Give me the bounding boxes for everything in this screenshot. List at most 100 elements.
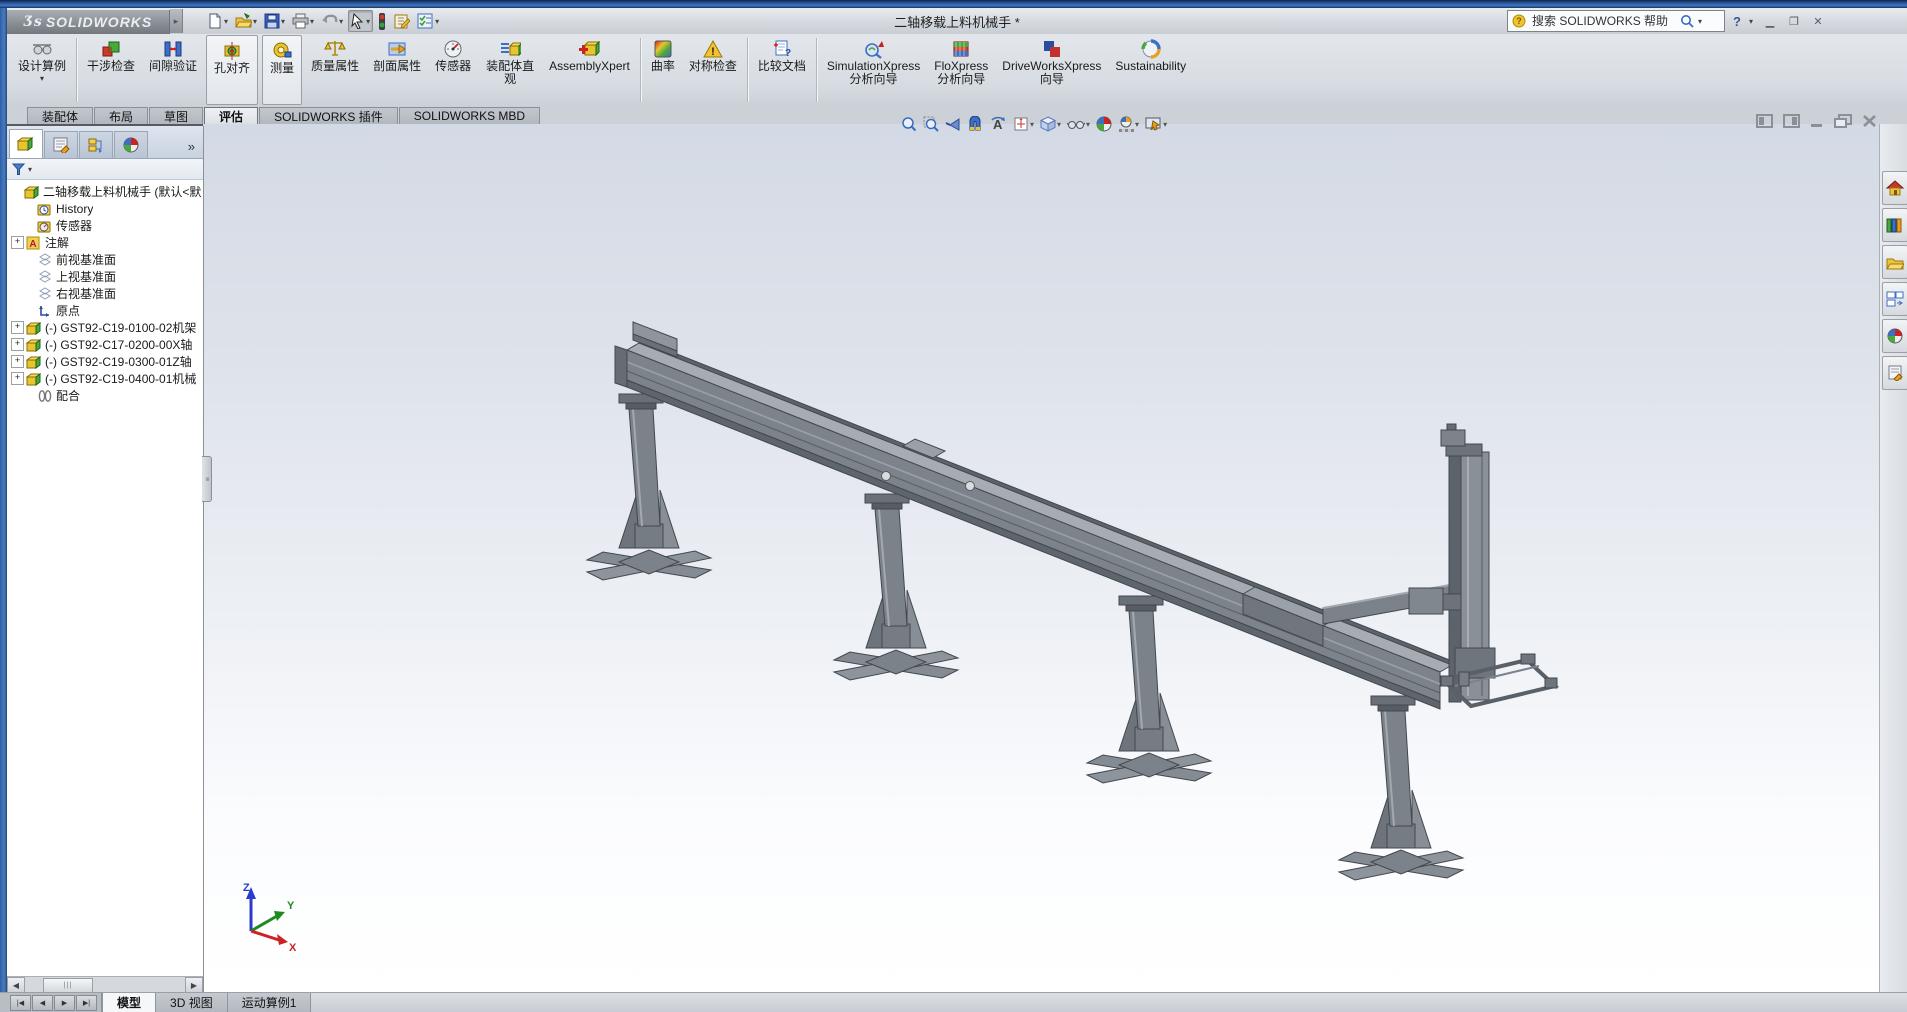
expand-plus-icon[interactable]: + xyxy=(11,372,24,385)
ribbon-button-driveworksxpress[interactable]: DriveWorksXpress 向导 xyxy=(995,34,1108,106)
last-frame-button[interactable]: ▶| xyxy=(76,995,97,1011)
previous-view-button[interactable] xyxy=(944,115,962,133)
custom-properties-button[interactable] xyxy=(1882,356,1907,390)
ribbon-button-sustainability[interactable]: Sustainability xyxy=(1108,34,1193,106)
ribbon-button-measure[interactable]: 测量 xyxy=(262,35,302,105)
ribbon-button-section-properties[interactable]: 剖面属性 xyxy=(366,34,428,106)
panel-horizontal-scrollbar[interactable]: ◀ ||| ▶ xyxy=(7,976,203,993)
file-properties-button[interactable] xyxy=(391,11,412,31)
ribbon-button-compare-documents[interactable]: ? 比较文档 xyxy=(751,34,813,106)
undo-button[interactable]: ▾ xyxy=(319,11,345,31)
tab-assembly[interactable]: 装配体 xyxy=(27,107,93,124)
tree-item-sensors[interactable]: 传感器 xyxy=(11,217,203,234)
close-document-icon[interactable] xyxy=(1862,114,1877,128)
tree-item-history[interactable]: History xyxy=(11,200,203,217)
chevron-down-icon[interactable]: ▾ xyxy=(28,165,32,174)
save-button[interactable]: ▾ xyxy=(262,11,287,31)
zoom-area-button[interactable] xyxy=(922,115,940,133)
options-button[interactable]: ▾ xyxy=(415,11,441,31)
tree-item-root[interactable]: 二轴移载上料机械手 (默认<默 xyxy=(11,183,203,200)
tree-item-mates[interactable]: 配合 xyxy=(11,387,203,404)
bottom-tab-3d-views[interactable]: 3D 视图 xyxy=(156,993,228,1012)
panel-more-chevron-icon[interactable]: » xyxy=(188,139,201,158)
maximize-button[interactable]: ❐ xyxy=(1785,14,1803,29)
edit-appearance-button[interactable] xyxy=(1095,115,1113,133)
logo-expand-chevron-icon[interactable]: ▸ xyxy=(170,9,183,33)
graphics-viewport[interactable]: Z Y X xyxy=(203,124,1880,993)
print-button[interactable]: ▾ xyxy=(290,11,316,31)
scroll-right-icon[interactable]: ▶ xyxy=(185,977,203,993)
section-view-button[interactable] xyxy=(966,115,984,133)
expand-plus-icon[interactable]: + xyxy=(11,338,24,351)
tree-item-component-xaxis[interactable]: + (-) GST92-C17-0200-00X轴 xyxy=(11,336,203,353)
3d-drawing-view-button[interactable]: A xyxy=(988,115,1008,133)
file-explorer-button[interactable] xyxy=(1882,245,1907,279)
view-orientation-button[interactable]: ▾ xyxy=(1012,115,1035,133)
ribbon-button-assemblyxpert[interactable]: AssemblyXpert xyxy=(542,34,637,106)
bottom-tab-model[interactable]: 模型 xyxy=(102,993,156,1012)
design-library-button[interactable] xyxy=(1882,208,1907,242)
new-document-button[interactable]: ▾ xyxy=(205,11,230,31)
chevron-down-icon[interactable]: ▾ xyxy=(1698,17,1702,26)
ribbon-button-assembly-visualization[interactable]: 装配体直观 xyxy=(478,34,542,106)
select-button[interactable]: ▾ xyxy=(348,10,373,32)
minimize-document-icon[interactable] xyxy=(1810,114,1824,128)
help-search-box[interactable]: ? ▾ xyxy=(1507,10,1725,32)
featuremanager-tree-tab[interactable] xyxy=(9,129,43,158)
tab-sketch[interactable]: 草图 xyxy=(149,107,203,124)
view-palette-button[interactable] xyxy=(1882,282,1907,316)
apply-scene-button[interactable]: ▾ xyxy=(1117,115,1140,133)
tab-solidworks-addins[interactable]: SOLIDWORKS 插件 xyxy=(259,107,398,124)
view-settings-button[interactable]: ▾ xyxy=(1144,115,1168,133)
filter-funnel-icon[interactable] xyxy=(12,163,25,176)
scrollbar-thumb[interactable]: ||| xyxy=(43,978,93,993)
chevron-down-icon[interactable]: ▾ xyxy=(1749,17,1753,26)
search-input[interactable] xyxy=(1530,13,1676,29)
panel-splitter-handle[interactable]: ≡ xyxy=(202,456,212,502)
appearances-scenes-button[interactable] xyxy=(1882,319,1907,353)
expand-plus-icon[interactable]: + xyxy=(11,236,24,249)
previous-frame-button[interactable]: ◀ xyxy=(32,995,53,1011)
display-style-button[interactable]: ▾ xyxy=(1039,115,1062,133)
split-pane-right-icon[interactable] xyxy=(1783,114,1800,128)
ribbon-button-symmetry-check[interactable]: ! 对称检查 xyxy=(682,34,744,106)
help-button[interactable]: ? xyxy=(1733,14,1741,29)
propertymanager-tab[interactable] xyxy=(44,131,78,158)
split-pane-left-icon[interactable] xyxy=(1756,114,1773,128)
tab-evaluate[interactable]: 评估 xyxy=(204,107,258,124)
zoom-fit-button[interactable] xyxy=(900,115,918,133)
tree-item-component-hand[interactable]: + (-) GST92-C19-0400-01机械 xyxy=(11,370,203,387)
tree-item-front-plane[interactable]: 前视基准面 xyxy=(11,251,203,268)
ribbon-button-interference-check[interactable]: 干涉检查 xyxy=(80,34,142,106)
ribbon-button-design-study[interactable]: 设计算例 ▾ xyxy=(11,34,73,106)
hide-show-items-button[interactable]: ▾ xyxy=(1066,115,1091,133)
expand-plus-icon[interactable]: + xyxy=(11,321,24,334)
restore-document-icon[interactable] xyxy=(1834,114,1852,128)
tree-item-right-plane[interactable]: 右视基准面 xyxy=(11,285,203,302)
tree-item-top-plane[interactable]: 上视基准面 xyxy=(11,268,203,285)
ribbon-button-mass-properties[interactable]: 质量属性 xyxy=(304,34,366,106)
ribbon-button-floxpress[interactable]: FloXpress 分析向导 xyxy=(927,34,995,106)
open-button[interactable]: ▾ xyxy=(233,11,259,31)
solidworks-resources-button[interactable] xyxy=(1882,171,1907,205)
tab-layout[interactable]: 布局 xyxy=(94,107,148,124)
tree-item-component-frame[interactable]: + (-) GST92-C19-0100-02机架 xyxy=(11,319,203,336)
bottom-tab-motion-study[interactable]: 运动算例1 xyxy=(228,993,312,1012)
tree-item-origin[interactable]: 原点 xyxy=(11,302,203,319)
gantry-manipulator-model[interactable] xyxy=(203,124,1880,993)
first-frame-button[interactable]: |◀ xyxy=(10,995,31,1011)
minimize-button[interactable]: ▁ xyxy=(1761,14,1779,29)
interference-lights-button[interactable] xyxy=(376,11,388,32)
tree-item-annotations[interactable]: + A 注解 xyxy=(11,234,203,251)
scroll-left-icon[interactable]: ◀ xyxy=(7,977,25,993)
ribbon-button-curvature[interactable]: 曲率 xyxy=(644,34,682,106)
tree-item-component-zaxis[interactable]: + (-) GST92-C19-0300-01Z轴 xyxy=(11,353,203,370)
ribbon-button-simulationxpress[interactable]: SimulationXpress 分析向导 xyxy=(820,34,927,106)
ribbon-button-hole-alignment[interactable]: 孔对齐 xyxy=(206,35,258,105)
configurationmanager-tab[interactable] xyxy=(79,131,113,158)
tab-solidworks-mbd[interactable]: SOLIDWORKS MBD xyxy=(399,107,540,124)
search-icon[interactable] xyxy=(1680,14,1694,28)
expand-plus-icon[interactable]: + xyxy=(11,355,24,368)
ribbon-button-sensor[interactable]: 传感器 xyxy=(428,34,478,106)
ribbon-button-clearance-verification[interactable]: 间隙验证 xyxy=(142,34,204,106)
